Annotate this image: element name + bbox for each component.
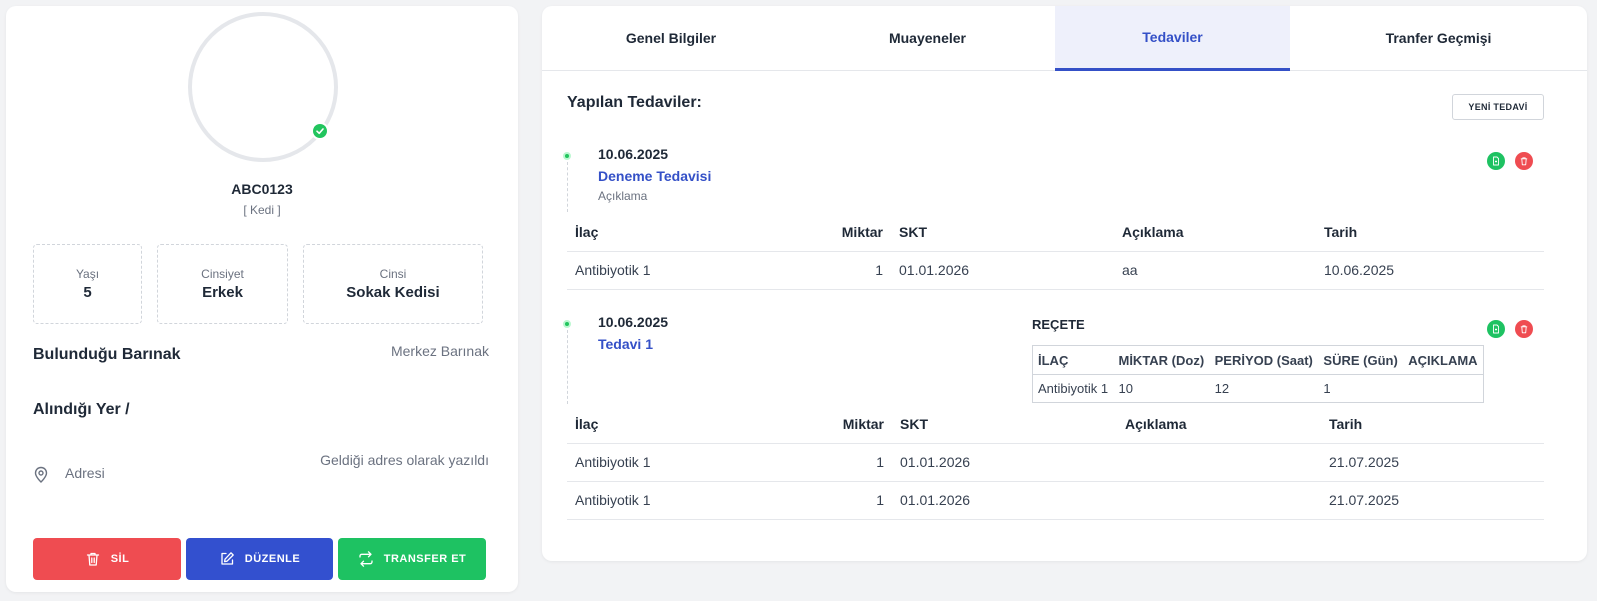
cell-qty: 1	[815, 443, 892, 482]
treatment-date: 10.06.2025	[598, 146, 669, 162]
rx-col-qty: MİKTAR (Doz)	[1113, 345, 1210, 375]
timeline-line	[567, 162, 568, 212]
cell-desc: aa	[1114, 251, 1316, 290]
prescription-title: REÇETE	[1032, 317, 1085, 332]
cell-skt: 01.01.2026	[891, 251, 1114, 290]
edit-icon	[221, 552, 234, 565]
delete-button-label: SİL	[110, 553, 130, 565]
pet-code: ABC0123	[231, 181, 293, 197]
trash-icon	[86, 552, 99, 566]
treatment-description: Açıklama	[598, 189, 648, 203]
treatment-panel: Genel Bilgiler Muayeneler Tedaviler Tran…	[542, 6, 1587, 561]
col-desc: Açıklama	[1114, 213, 1316, 252]
trash-icon[interactable]	[1515, 152, 1533, 170]
col-skt: SKT	[892, 405, 1117, 444]
address-label: Adresi	[65, 465, 105, 481]
new-treatment-button[interactable]: YENİ TEDAVİ	[1452, 94, 1544, 120]
col-qty: Miktar	[815, 213, 891, 252]
cell-drug: Antibiyotik 1	[567, 481, 815, 520]
table-row: Antibiyotik 1 1 01.01.2026 21.07.2025	[567, 443, 1544, 482]
avatar	[188, 12, 338, 162]
cell-date: 21.07.2025	[1321, 481, 1544, 520]
col-date: Tarih	[1321, 405, 1544, 444]
tab-treatments[interactable]: Tedaviler	[1055, 6, 1290, 71]
cell-qty: 1	[815, 481, 892, 520]
col-date: Tarih	[1316, 213, 1544, 252]
shelter-label: Bulunduğu Barınak	[33, 346, 181, 363]
pet-type: [ Kedi ]	[243, 203, 281, 217]
location-pin-icon	[34, 466, 48, 483]
cell-drug: Antibiyotik 1	[567, 443, 815, 482]
age-box: Yaşı 5	[33, 244, 142, 324]
document-icon[interactable]	[1487, 320, 1505, 338]
table-header-row: İlaç Miktar SKT Açıklama Tarih	[567, 213, 1544, 252]
medication-table: İlaç Miktar SKT Açıklama Tarih Antibiyot…	[567, 213, 1544, 290]
age-label: Yaşı	[75, 267, 100, 281]
transfer-button-label: TRANSFER ET	[383, 553, 467, 565]
cell-skt: 01.01.2026	[892, 481, 1117, 520]
medication-table: İlaç Miktar SKT Açıklama Tarih Antibiyot…	[567, 405, 1544, 520]
breed-value: Sokak Kedisi	[346, 284, 440, 301]
table-header-row: İLAÇ MİKTAR (Doz) PERİYOD (Saat) SÜRE (G…	[1032, 345, 1484, 375]
age-value: 5	[83, 284, 92, 301]
tab-bar: Genel Bilgiler Muayeneler Tedaviler Tran…	[542, 6, 1587, 71]
shelter-value: Merkez Barınak	[390, 343, 489, 359]
document-icon[interactable]	[1487, 152, 1505, 170]
col-qty: Miktar	[815, 405, 892, 444]
timeline-dot	[563, 320, 571, 328]
timeline-dot	[563, 152, 571, 160]
treatment-name[interactable]: Tedavi 1	[598, 336, 653, 352]
rx-col-duration: SÜRE (Gün)	[1318, 345, 1404, 375]
gender-label: Cinsiyet	[201, 267, 244, 281]
col-skt: SKT	[891, 213, 1114, 252]
origin-label: Alındığı Yer /	[33, 401, 130, 418]
col-drug: İlaç	[567, 213, 815, 252]
delete-button[interactable]: SİL	[33, 538, 181, 580]
transfer-arrows-icon	[359, 551, 373, 567]
treatments-title: Yapılan Tedaviler:	[567, 94, 702, 111]
trash-icon[interactable]	[1515, 320, 1533, 338]
transfer-button[interactable]: TRANSFER ET	[338, 538, 486, 580]
col-drug: İlaç	[567, 405, 815, 444]
rx-col-drug: İLAÇ	[1032, 345, 1114, 375]
tab-transfer-history[interactable]: Tranfer Geçmişi	[1290, 6, 1587, 70]
timeline-line	[567, 330, 568, 404]
rx-cell-drug: Antibiyotik 1	[1038, 381, 1109, 396]
treatment-date: 10.06.2025	[598, 314, 669, 330]
tab-examinations[interactable]: Muayeneler	[800, 6, 1055, 70]
rx-cell-desc	[1403, 375, 1483, 403]
gender-box: Cinsiyet Erkek	[157, 244, 288, 324]
cell-skt: 01.01.2026	[892, 443, 1117, 482]
verified-check-icon	[311, 122, 329, 140]
table-header-row: İlaç Miktar SKT Açıklama Tarih	[567, 405, 1544, 444]
table-row: Antibiyotik 1 1 01.01.2026 21.07.2025	[567, 481, 1544, 520]
cell-date: 21.07.2025	[1321, 443, 1544, 482]
rx-col-desc: AÇIKLAMA	[1403, 345, 1484, 375]
pet-profile-card: ABC0123 [ Kedi ] Yaşı 5 Cinsiyet Erkek C…	[6, 6, 518, 592]
cell-drug: Antibiyotik 1	[567, 251, 815, 290]
edit-button-label: DÜZENLE	[244, 553, 301, 565]
rx-col-period: PERİYOD (Saat)	[1209, 345, 1319, 375]
rx-cell-qty: 10	[1118, 381, 1133, 396]
address-value: Geldiği adres olarak yazıldı	[320, 452, 489, 468]
edit-button[interactable]: DÜZENLE	[186, 538, 333, 580]
gender-value: Erkek	[202, 284, 243, 301]
breed-box: Cinsi Sokak Kedisi	[303, 244, 483, 324]
rx-cell-period: 12	[1214, 381, 1230, 396]
breed-label: Cinsi	[379, 267, 407, 281]
cell-date: 10.06.2025	[1316, 251, 1544, 290]
cell-desc	[1117, 443, 1321, 482]
treatment-name[interactable]: Deneme Tedavisi	[598, 168, 711, 184]
prescription-table: İLAÇ MİKTAR (Doz) PERİYOD (Saat) SÜRE (G…	[1032, 345, 1484, 403]
cell-qty: 1	[815, 251, 891, 290]
table-row: Antibiyotik 1 10 12 1	[1033, 375, 1484, 403]
rx-cell-duration: 1	[1323, 381, 1331, 396]
tab-general-info[interactable]: Genel Bilgiler	[542, 6, 800, 70]
cell-desc	[1117, 481, 1321, 520]
table-row: Antibiyotik 1 1 01.01.2026 aa 10.06.2025	[567, 251, 1544, 290]
col-desc: Açıklama	[1117, 405, 1321, 444]
